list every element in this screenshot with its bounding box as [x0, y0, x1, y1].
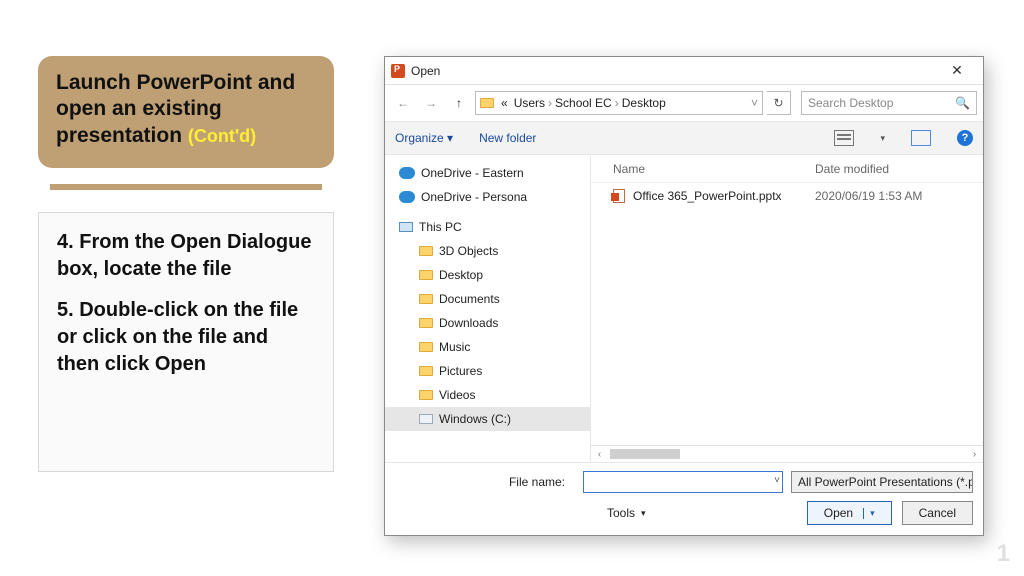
scroll-left-icon[interactable]: ‹	[591, 449, 608, 460]
step-5: 5. Double-click on the file or click on …	[57, 297, 315, 378]
tree-3d-objects[interactable]: 3D Objects	[385, 239, 590, 263]
col-name[interactable]: Name	[591, 162, 815, 176]
folder-icon	[480, 98, 494, 108]
tree-music[interactable]: Music	[385, 335, 590, 359]
close-button[interactable]: ✕	[937, 62, 977, 79]
folder-icon	[419, 366, 433, 376]
search-placeholder: Search Desktop	[808, 96, 893, 110]
tools-menu[interactable]: Tools ▾	[607, 506, 646, 520]
search-input[interactable]: Search Desktop 🔍	[801, 91, 977, 115]
cloud-icon	[399, 167, 415, 179]
chevron-down-icon[interactable]: ˅	[774, 475, 780, 486]
folder-icon	[419, 246, 433, 256]
tree-downloads[interactable]: Downloads	[385, 311, 590, 335]
file-name: Office 365_PowerPoint.pptx	[633, 189, 782, 203]
tree-this-pc[interactable]: This PC	[385, 215, 590, 239]
tree-desktop[interactable]: Desktop	[385, 263, 590, 287]
cancel-button[interactable]: Cancel	[902, 501, 973, 525]
list-header: Name Date modified	[591, 155, 983, 183]
scroll-handle[interactable]	[610, 449, 680, 459]
step-4: 4. From the Open Dialogue box, locate th…	[57, 229, 315, 283]
powerpoint-icon	[391, 64, 405, 78]
scroll-right-icon[interactable]: ›	[966, 449, 983, 460]
filename-input[interactable]: ˅	[583, 471, 783, 493]
titlebar: Open ✕	[385, 57, 983, 85]
divider	[50, 184, 322, 190]
pc-icon	[399, 222, 413, 232]
view-details-icon[interactable]	[834, 130, 854, 146]
badge-contd: (Cont'd)	[188, 126, 256, 146]
tree-documents[interactable]: Documents	[385, 287, 590, 311]
crumb-users[interactable]: Users	[511, 96, 548, 110]
open-dialog: Open ✕ ← → ↑ « Users › School EC › Deskt…	[384, 56, 984, 536]
folder-icon	[419, 390, 433, 400]
filename-label: File name:	[395, 475, 575, 489]
tree-onedrive-eastern[interactable]: OneDrive - Eastern	[385, 161, 590, 185]
open-button[interactable]: Open▾	[807, 501, 892, 525]
col-date[interactable]: Date modified	[815, 162, 983, 176]
crumb-prefix: «	[498, 96, 511, 110]
pptx-icon	[613, 189, 625, 203]
preview-pane-icon[interactable]	[911, 130, 931, 146]
file-date: 2020/06/19 1:53 AM	[815, 189, 983, 203]
nav-tree: OneDrive - Eastern OneDrive - Persona Th…	[385, 155, 591, 462]
dialog-toolbar: Organize ▾ New folder ▾ ?	[385, 121, 983, 155]
breadcrumb[interactable]: « Users › School EC › Desktop ˅	[475, 91, 763, 115]
folder-icon	[419, 294, 433, 304]
crumb-schoolec[interactable]: School EC	[552, 96, 615, 110]
page-number: 1	[997, 540, 1010, 568]
folder-icon	[419, 318, 433, 328]
drive-icon	[419, 414, 433, 424]
up-button[interactable]: ↑	[447, 91, 471, 115]
instruction-steps: 4. From the Open Dialogue box, locate th…	[38, 212, 334, 472]
chevron-down-icon: ▾	[641, 508, 646, 519]
file-type-filter[interactable]: All PowerPoint Presentations (*.p ˅	[791, 471, 973, 493]
horizontal-scrollbar[interactable]: ‹ ›	[591, 445, 983, 462]
folder-icon	[419, 270, 433, 280]
help-button[interactable]: ?	[957, 130, 973, 146]
tree-videos[interactable]: Videos	[385, 383, 590, 407]
tree-pictures[interactable]: Pictures	[385, 359, 590, 383]
folder-icon	[419, 342, 433, 352]
forward-button[interactable]: →	[419, 91, 443, 115]
title-badge: Launch PowerPoint and open an existing p…	[38, 56, 334, 168]
refresh-button[interactable]: ↻	[767, 91, 791, 115]
open-split-icon[interactable]: ▾	[863, 508, 875, 519]
organize-menu[interactable]: Organize ▾	[395, 131, 453, 145]
chevron-down-icon[interactable]: ˅	[751, 96, 758, 110]
list-item[interactable]: Office 365_PowerPoint.pptx 2020/06/19 1:…	[591, 183, 983, 209]
file-list: Name Date modified Office 365_PowerPoint…	[591, 155, 983, 462]
new-folder-button[interactable]: New folder	[479, 131, 536, 145]
dialog-title: Open	[411, 64, 937, 78]
dialog-footer: File name: ˅ All PowerPoint Presentation…	[385, 462, 983, 535]
cloud-icon	[399, 191, 415, 203]
tree-windows-c[interactable]: Windows (C:)	[385, 407, 590, 431]
chevron-down-icon[interactable]: ▾	[880, 133, 885, 144]
search-icon: 🔍	[955, 96, 970, 110]
address-bar: ← → ↑ « Users › School EC › Desktop ˅ ↻ …	[385, 85, 983, 121]
tree-onedrive-personal[interactable]: OneDrive - Persona	[385, 185, 590, 209]
crumb-desktop[interactable]: Desktop	[619, 96, 669, 110]
back-button[interactable]: ←	[391, 91, 415, 115]
badge-title: Launch PowerPoint and open an existing p…	[56, 71, 295, 147]
